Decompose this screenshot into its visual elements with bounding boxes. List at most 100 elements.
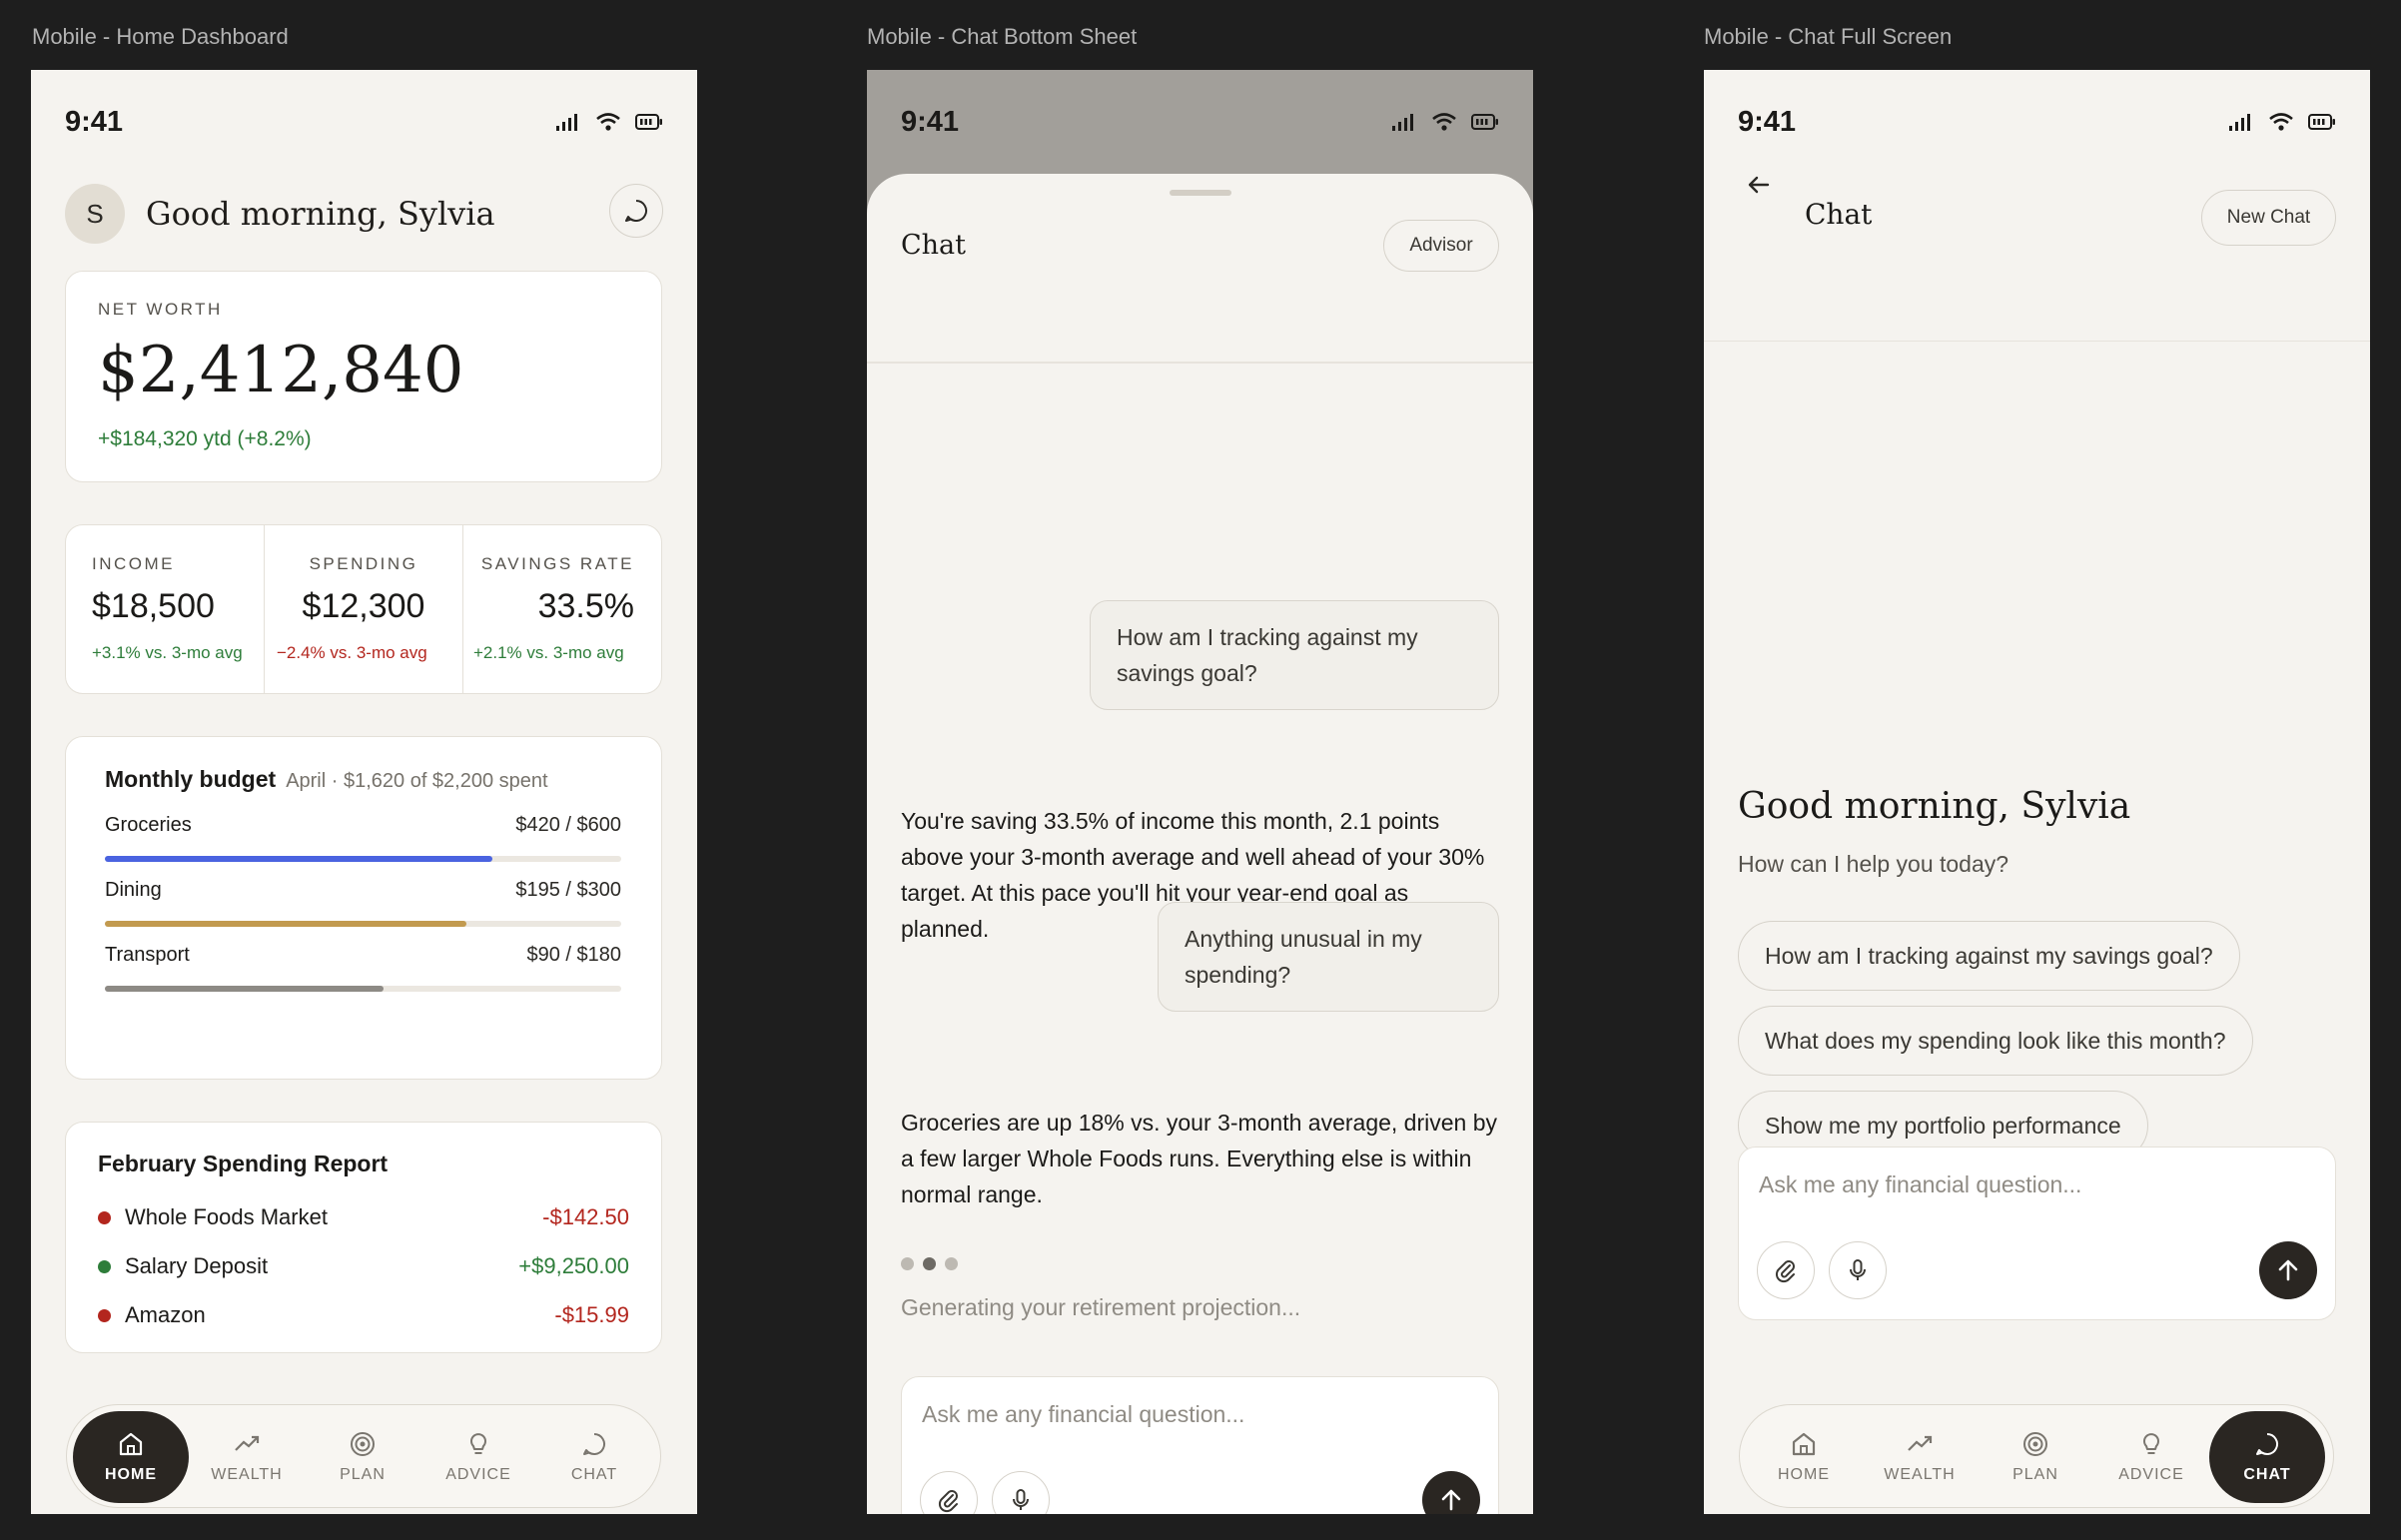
paperclip-icon bbox=[1775, 1260, 1795, 1283]
transaction-name: Salary Deposit bbox=[125, 1253, 269, 1278]
greeting-text: Good morning, Sylvia bbox=[146, 195, 495, 233]
target-icon bbox=[2023, 1432, 2047, 1456]
battery-icon bbox=[2308, 114, 2335, 130]
transaction-row[interactable]: Whole Foods Market -$142.50 bbox=[98, 1202, 629, 1232]
advisor-button[interactable]: Advisor bbox=[1383, 220, 1499, 272]
report-title: February Spending Report bbox=[98, 1151, 389, 1176]
stat-change: +3.1% vs. 3-mo avg bbox=[92, 643, 243, 662]
budget-progress-track bbox=[105, 856, 621, 862]
avatar[interactable]: S bbox=[65, 184, 125, 244]
chat-composer[interactable]: Ask me any financial question... bbox=[1738, 1147, 2336, 1320]
budget-title: Monthly budget April · $1,620 of $2,200 s… bbox=[105, 766, 548, 793]
trend-up-icon bbox=[235, 1435, 260, 1451]
transaction-amount: -$142.50 bbox=[542, 1204, 629, 1229]
phone-chat-full-screen: 9:41 Chat New Chat Good morning, Sylvia … bbox=[1704, 70, 2370, 1514]
budget-progress-fill bbox=[105, 856, 492, 862]
suggestion-chip[interactable]: What does my spending look like this mon… bbox=[1738, 1006, 2253, 1076]
budget-progress-fill bbox=[105, 921, 466, 927]
tab-wealth[interactable]: WEALTH bbox=[189, 1411, 305, 1503]
tab-label: ADVICE bbox=[445, 1466, 511, 1483]
chat-shortcut-button[interactable] bbox=[609, 184, 663, 238]
status-time: 9:41 bbox=[65, 105, 124, 138]
stat-income: INCOME $18,500 +3.1% vs. 3-mo avg bbox=[66, 525, 264, 693]
tab-label: CHAT bbox=[2243, 1466, 2291, 1483]
tab-plan[interactable]: PLAN bbox=[305, 1411, 420, 1503]
sheet-grabber-handle[interactable] bbox=[1170, 190, 1231, 196]
status-dot bbox=[98, 1259, 111, 1273]
user-message: Anything unusual in my spending? bbox=[1158, 902, 1499, 1012]
new-chat-button[interactable]: New Chat bbox=[2201, 190, 2336, 246]
send-button[interactable] bbox=[2259, 1241, 2317, 1299]
stat-spending: SPENDING $12,300 −2.4% vs. 3-mo avg bbox=[264, 525, 462, 693]
voice-button[interactable] bbox=[992, 1471, 1050, 1514]
back-button[interactable] bbox=[1744, 170, 1774, 205]
net-worth-card[interactable]: NET WORTH $2,412,840 +$184,320 ytd (+8.2… bbox=[65, 271, 662, 482]
generating-status: Generating your retirement projection... bbox=[901, 1294, 1301, 1320]
tab-chat[interactable]: CHAT bbox=[2209, 1411, 2325, 1503]
user-message: How am I tracking against my savings goa… bbox=[1090, 600, 1499, 710]
status-time: 9:41 bbox=[1738, 105, 1797, 138]
chat-subtitle: How can I help you today? bbox=[1738, 851, 2009, 877]
tab-advice[interactable]: ADVICE bbox=[420, 1411, 536, 1503]
chat-bottom-sheet: Chat Advisor How am I tracking against m… bbox=[867, 174, 1533, 1514]
transaction-row[interactable]: Amazon -$15.99 bbox=[98, 1300, 629, 1330]
stat-label: SAVINGS RATE bbox=[480, 554, 634, 573]
chat-input[interactable]: Ask me any financial question... bbox=[922, 1401, 1244, 1428]
budget-category: Groceries bbox=[105, 814, 192, 836]
lightbulb-icon bbox=[2143, 1433, 2159, 1454]
tab-home[interactable]: HOME bbox=[1746, 1411, 1862, 1503]
chat-input[interactable]: Ask me any financial question... bbox=[1759, 1171, 2081, 1198]
tab-advice[interactable]: ADVICE bbox=[2093, 1411, 2209, 1503]
budget-progress-fill bbox=[105, 986, 385, 992]
cashflow-stats-card[interactable]: INCOME $18,500 +3.1% vs. 3-mo avg SPENDI… bbox=[65, 524, 662, 694]
tab-plan[interactable]: PLAN bbox=[1978, 1411, 2093, 1503]
sheet-title: Chat bbox=[901, 230, 966, 261]
paperclip-icon bbox=[938, 1490, 958, 1513]
target-icon bbox=[351, 1432, 375, 1456]
battery-icon bbox=[1471, 114, 1498, 130]
stat-savings-rate: SAVINGS RATE 33.5% +2.1% vs. 3-mo avg bbox=[462, 525, 661, 693]
typing-dot bbox=[923, 1257, 936, 1270]
net-worth-value: $2,412,840 bbox=[98, 334, 464, 407]
chat-greeting: Good morning, Sylvia bbox=[1738, 786, 2131, 827]
net-worth-label: NET WORTH bbox=[98, 300, 223, 319]
spending-report-card[interactable]: February Spending Report Whole Foods Mar… bbox=[65, 1122, 662, 1353]
budget-subtitle: April · $1,620 of $2,200 spent bbox=[286, 770, 548, 792]
chat-composer[interactable]: Ask me any financial question... bbox=[901, 1376, 1499, 1514]
attach-button[interactable] bbox=[920, 1471, 978, 1514]
assistant-message: Groceries are up 18% vs. your 3-month av… bbox=[901, 1110, 1498, 1207]
microphone-icon bbox=[1850, 1259, 1866, 1280]
tab-home[interactable]: HOME bbox=[73, 1411, 189, 1503]
home-icon bbox=[119, 1432, 143, 1456]
microphone-icon bbox=[1013, 1489, 1029, 1510]
typing-dot bbox=[945, 1257, 958, 1270]
budget-category: Transport bbox=[105, 944, 190, 966]
wifi-icon bbox=[2269, 113, 2293, 131]
frame-label-full: Mobile - Chat Full Screen bbox=[1704, 24, 1953, 49]
tab-bar: HOME WEALTH PLAN ADVICE CHAT bbox=[1704, 1374, 2370, 1514]
greeting-row: S Good morning, Sylvia bbox=[65, 182, 663, 246]
status-bar: 9:41 bbox=[867, 70, 1533, 174]
tab-chat[interactable]: CHAT bbox=[536, 1411, 652, 1503]
net-worth-change: +$184,320 ytd (+8.2%) bbox=[98, 427, 312, 450]
trend-up-icon bbox=[1908, 1435, 1933, 1451]
suggestion-chip[interactable]: How am I tracking against my savings goa… bbox=[1738, 921, 2240, 991]
budget-amount: $90 / $180 bbox=[526, 944, 621, 966]
wifi-icon bbox=[1432, 113, 1456, 131]
transaction-name: Amazon bbox=[125, 1302, 206, 1327]
frame-label-sheet: Mobile - Chat Bottom Sheet bbox=[867, 24, 1138, 49]
monthly-budget-card[interactable]: Monthly budget April · $1,620 of $2,200 s… bbox=[65, 736, 662, 1080]
send-button[interactable] bbox=[1422, 1471, 1480, 1514]
tab-bar-pill: HOME WEALTH PLAN ADVICE CHAT bbox=[66, 1404, 661, 1508]
attach-button[interactable] bbox=[1757, 1241, 1815, 1299]
home-icon bbox=[1792, 1432, 1816, 1456]
tab-label: CHAT bbox=[570, 1466, 618, 1483]
status-bar: 9:41 bbox=[31, 70, 697, 174]
tab-wealth[interactable]: WEALTH bbox=[1862, 1411, 1978, 1503]
wifi-icon bbox=[596, 113, 620, 131]
transaction-row[interactable]: Salary Deposit +$9,250.00 bbox=[98, 1251, 629, 1281]
voice-button[interactable] bbox=[1829, 1241, 1887, 1299]
signal-icon bbox=[1392, 114, 1413, 131]
chat-bubble-icon bbox=[2256, 1433, 2278, 1455]
budget-title-text: Monthly budget bbox=[105, 766, 277, 792]
